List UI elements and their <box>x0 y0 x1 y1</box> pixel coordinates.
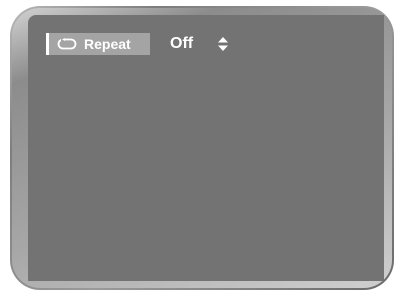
repeat-label: Repeat <box>84 36 131 52</box>
repeat-value[interactable]: Off <box>170 34 193 54</box>
repeat-icon <box>57 38 77 50</box>
up-down-arrows-icon[interactable] <box>217 36 229 52</box>
selection-bar <box>46 33 49 55</box>
repeat-menu-item[interactable]: Repeat <box>46 33 150 55</box>
